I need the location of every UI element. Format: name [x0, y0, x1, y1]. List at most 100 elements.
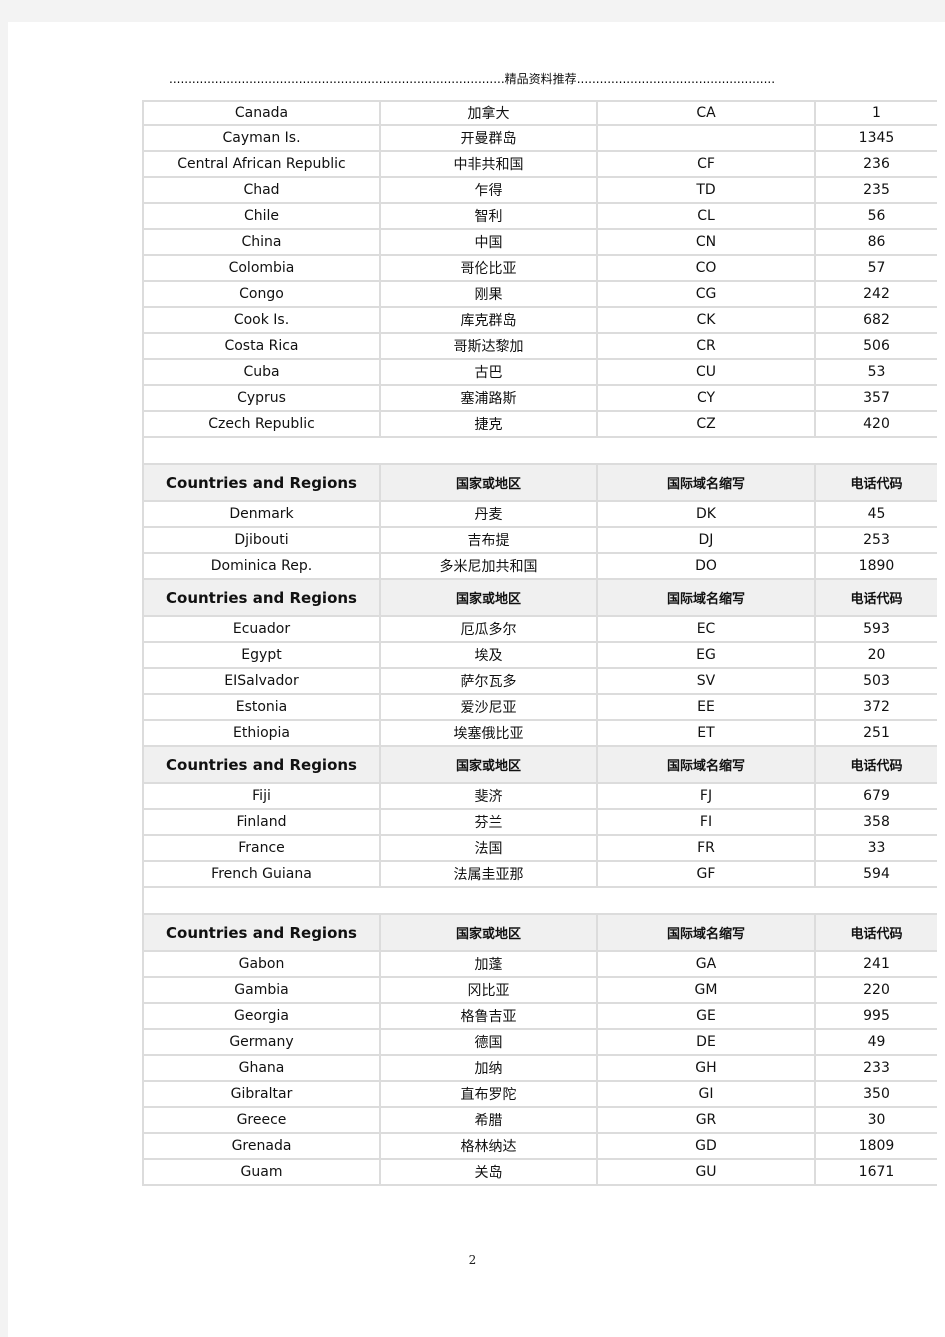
table-row: EISalvador 萨尔瓦多 SV 503	[142, 669, 937, 695]
page-number: 2	[468, 1253, 477, 1267]
cell-country-name-zh: 埃及	[381, 643, 598, 667]
table-row: Cyprus 塞浦路斯 CY 357	[142, 386, 937, 412]
cell-phone-code: 241	[863, 956, 890, 972]
cell-country-name-en: Dominica Rep.	[142, 554, 381, 578]
cell-country-name-en: Gibraltar	[142, 1082, 381, 1106]
cell-domain-code	[598, 126, 816, 150]
column-header-phone-code: 电话代码	[850, 759, 903, 774]
table-row: Ghana 加纳 GH 233	[142, 1056, 937, 1082]
header-dots-right: ........................................…	[576, 72, 775, 86]
cell-phone-code: 358	[863, 814, 890, 830]
page-header: ........................................…	[169, 72, 775, 86]
spacer-cell	[142, 888, 937, 913]
cell-country-name-zh: 古巴	[381, 360, 598, 384]
cell-domain-code: CO	[598, 256, 816, 280]
cell-country-name-zh: 丹麦	[381, 502, 598, 526]
table-row: Gibraltar 直布罗陀 GI 350	[142, 1082, 937, 1108]
cell-phone-code: 357	[863, 390, 890, 406]
table-row: Ethiopia 埃塞俄比亚 ET 251	[142, 721, 937, 747]
cell-country-name-en: EISalvador	[142, 669, 381, 693]
cell-country-name-zh: 乍得	[381, 178, 598, 202]
cell-country-name-en: Estonia	[142, 695, 381, 719]
cell-domain-code: GR	[598, 1108, 816, 1132]
cell-country-name-en: Chile	[142, 204, 381, 228]
table-row: Finland 芬兰 FI 358	[142, 810, 937, 836]
cell-phone-code: 682	[863, 312, 890, 328]
cell-country-name-zh: 希腊	[381, 1108, 598, 1132]
cell-country-name-zh: 格鲁吉亚	[381, 1004, 598, 1028]
cell-phone-code: 1809	[858, 1138, 895, 1154]
table-row: Georgia 格鲁吉亚 GE 995	[142, 1004, 937, 1030]
cell-country-name-zh: 刚果	[381, 282, 598, 306]
cell-domain-code: GI	[598, 1082, 816, 1106]
cell-country-name-en: Finland	[142, 810, 381, 834]
cell-country-name-zh: 冈比亚	[381, 978, 598, 1002]
table-row: Greece 希腊 GR 30	[142, 1108, 937, 1134]
cell-country-name-zh: 中国	[381, 230, 598, 254]
cell-domain-code: CK	[598, 308, 816, 332]
cell-phone-code: 1671	[858, 1164, 895, 1180]
cell-phone-code: 420	[863, 416, 890, 432]
cell-country-name-en: Djibouti	[142, 528, 381, 552]
cell-country-name-zh: 直布罗陀	[381, 1082, 598, 1106]
cell-country-name-en: China	[142, 230, 381, 254]
cell-country-name-en: Ethiopia	[142, 721, 381, 745]
table-row: Congo 刚果 CG 242	[142, 282, 937, 308]
cell-country-name-zh: 厄瓜多尔	[381, 617, 598, 641]
cell-domain-code: CY	[598, 386, 816, 410]
cell-phone-code: 20	[867, 647, 886, 663]
cell-country-name-zh: 埃塞俄比亚	[381, 721, 598, 745]
cell-country-name-en: French Guiana	[142, 862, 381, 886]
cell-country-name-en: Central African Republic	[142, 152, 381, 176]
cell-country-name-en: France	[142, 836, 381, 860]
table-row: Chile 智利 CL 56	[142, 204, 937, 230]
cell-country-name-zh: 捷克	[381, 412, 598, 436]
table-row: Cayman Is. 开曼群岛 1345	[142, 126, 937, 152]
table-row: China 中国 CN 86	[142, 230, 937, 256]
cell-domain-code: GM	[598, 978, 816, 1002]
cell-domain-code: SV	[598, 669, 816, 693]
cell-country-name-en: Canada	[142, 102, 381, 124]
table-row: French Guiana 法属圭亚那 GF 594	[142, 862, 937, 888]
cell-domain-code: TD	[598, 178, 816, 202]
cell-domain-code: GH	[598, 1056, 816, 1080]
cell-country-name-en: Czech Republic	[142, 412, 381, 436]
cell-country-name-en: Denmark	[142, 502, 381, 526]
cell-phone-code: 33	[867, 840, 886, 856]
table-row: Estonia 爱沙尼亚 EE 372	[142, 695, 937, 721]
cell-country-name-zh: 德国	[381, 1030, 598, 1054]
cell-phone-code: 350	[863, 1086, 890, 1102]
cell-phone-code: 86	[867, 234, 886, 250]
table-row: Gambia 冈比亚 GM 220	[142, 978, 937, 1004]
table-row: Denmark 丹麦 DK 45	[142, 502, 937, 528]
cell-country-name-en: Ecuador	[142, 617, 381, 641]
table-row: Cuba 古巴 CU 53	[142, 360, 937, 386]
cell-country-name-zh: 芬兰	[381, 810, 598, 834]
cell-country-name-zh: 萨尔瓦多	[381, 669, 598, 693]
cell-country-name-en: Georgia	[142, 1004, 381, 1028]
cell-phone-code: 53	[867, 364, 886, 380]
cell-country-name-zh: 关岛	[381, 1160, 598, 1184]
cell-country-name-en: Gabon	[142, 952, 381, 976]
table-row: Ecuador 厄瓜多尔 EC 593	[142, 617, 937, 643]
table-row: Costa Rica 哥斯达黎加 CR 506	[142, 334, 937, 360]
cell-phone-code: 995	[863, 1008, 890, 1024]
cell-country-name-en: Cyprus	[142, 386, 381, 410]
cell-country-name-en: Colombia	[142, 256, 381, 280]
cell-country-name-zh: 爱沙尼亚	[381, 695, 598, 719]
cell-domain-code: CL	[598, 204, 816, 228]
cell-phone-code: 1345	[858, 130, 895, 146]
table-row: France 法国 FR 33	[142, 836, 937, 862]
cell-country-name-en: Guam	[142, 1160, 381, 1184]
cell-country-name-zh: 中非共和国	[381, 152, 598, 176]
cell-country-name-zh: 多米尼加共和国	[381, 554, 598, 578]
cell-country-name-en: Gambia	[142, 978, 381, 1002]
cell-domain-code: DJ	[598, 528, 816, 552]
cell-country-name-en: Costa Rica	[142, 334, 381, 358]
cell-phone-code: 49	[867, 1034, 886, 1050]
cell-phone-code: 1890	[858, 558, 895, 574]
column-header-domain-code: 国际域名缩写	[598, 465, 816, 500]
cell-phone-code: 45	[867, 506, 886, 522]
cell-phone-code: 251	[863, 725, 890, 741]
column-header-domain-code: 国际域名缩写	[598, 580, 816, 615]
